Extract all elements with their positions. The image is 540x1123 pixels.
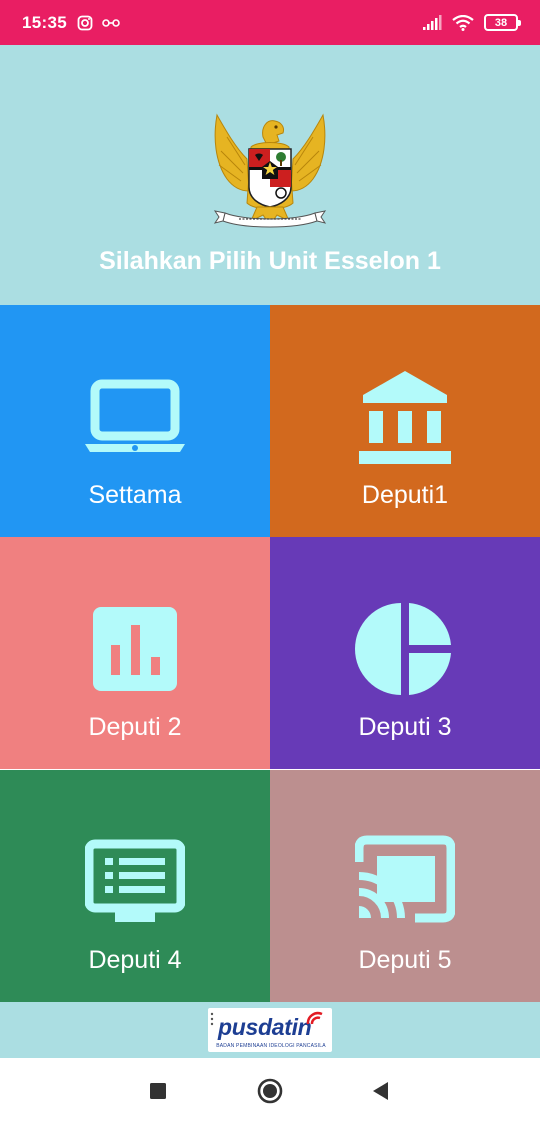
pie-chart-icon [355, 603, 451, 695]
tile-deputi-3[interactable]: Deputi 3 [270, 537, 540, 769]
navigation-bar [0, 1058, 540, 1123]
header: Silahkan Pilih Unit Esselon 1 [0, 45, 540, 305]
battery-icon: 38 [484, 14, 521, 31]
tile-label: Deputi 4 [88, 946, 182, 974]
tile-label: Deputi 3 [358, 713, 452, 741]
tile-deputi-5[interactable]: Deputi 5 [270, 770, 540, 1002]
status-bar: 15:35 38 [0, 0, 540, 45]
tile-label: Deputi 2 [88, 713, 182, 741]
tile-label: Deputi1 [361, 481, 449, 509]
tile-deputi-2[interactable]: Deputi 2 [0, 537, 270, 769]
tile-settama[interactable]: Settama [0, 305, 270, 537]
status-time: 15:35 [22, 12, 67, 32]
logo-text: pusdatin [218, 1014, 312, 1040]
signal-icon [423, 14, 442, 30]
dots-icon [210, 1012, 214, 1026]
tile-deputi-4[interactable]: Deputi 4 [0, 770, 270, 1002]
bar-chart-icon [93, 607, 177, 691]
list-monitor-icon [85, 839, 185, 922]
recents-button[interactable] [143, 1076, 173, 1106]
home-button[interactable] [255, 1076, 285, 1106]
bank-icon [359, 371, 451, 464]
link-icon [102, 18, 120, 27]
wifi-icon [452, 14, 474, 31]
tile-label: Settama [88, 481, 182, 509]
page-title: Silahkan Pilih Unit Esselon 1 [99, 247, 441, 275]
pusdatin-logo: pusdatin BADAN PEMBINAAN IDEOLOGI PANCAS… [208, 1008, 332, 1052]
tile-label: Deputi 5 [358, 946, 452, 974]
logo-subtext: BADAN PEMBINAAN IDEOLOGI PANCASILA [216, 1043, 326, 1049]
instagram-icon [77, 15, 93, 30]
footer: pusdatin BADAN PEMBINAAN IDEOLOGI PANCAS… [0, 1002, 540, 1058]
signal-arc-icon [306, 1011, 323, 1025]
tile-deputi1[interactable]: Deputi1 [270, 305, 540, 537]
battery-level: 38 [494, 16, 508, 29]
back-button[interactable] [366, 1076, 396, 1106]
cast-icon [355, 835, 455, 923]
laptop-icon [85, 379, 185, 452]
garuda-pancasila-emblem [213, 113, 327, 228]
